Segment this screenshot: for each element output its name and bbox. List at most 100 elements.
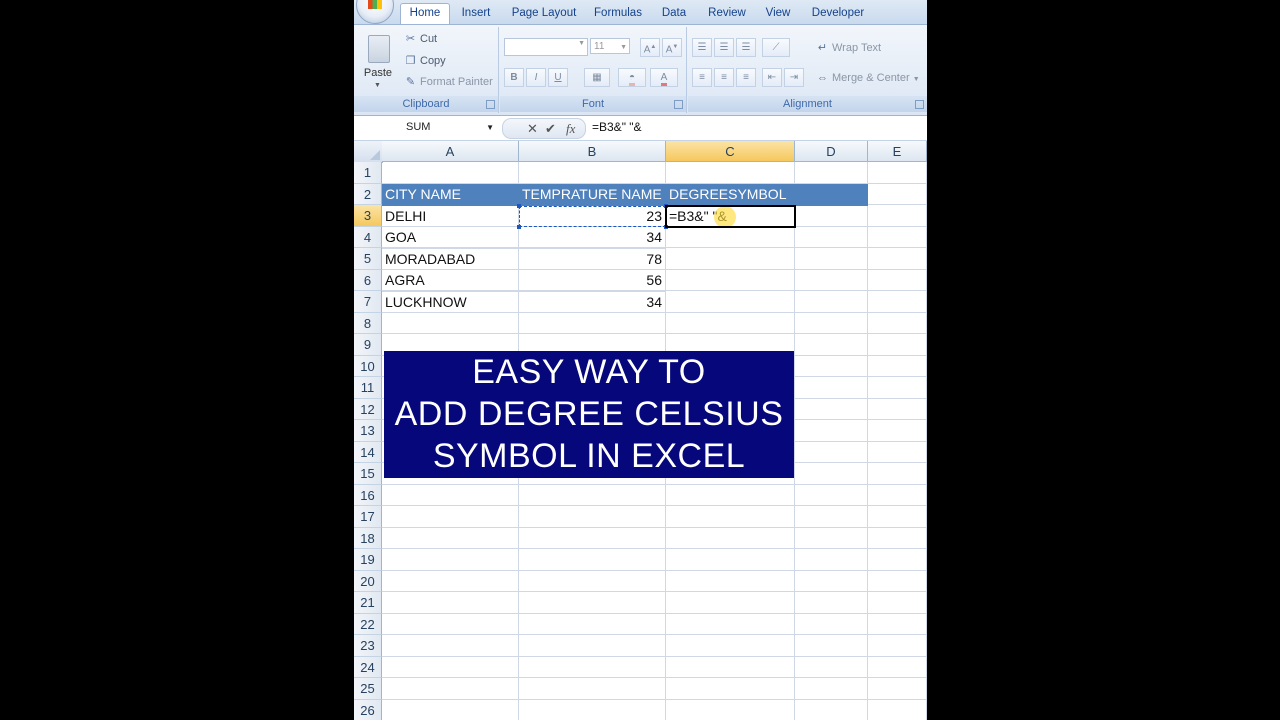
grid-cell[interactable]	[382, 699, 519, 720]
grid-cell[interactable]	[666, 549, 795, 571]
row-header-17[interactable]: 17	[354, 506, 382, 528]
enter-check-icon[interactable]: ✔	[545, 119, 556, 138]
grid-cell[interactable]	[795, 484, 868, 506]
table-cell-city[interactable]: LUCKHNOW	[382, 291, 519, 313]
grid-cell[interactable]	[519, 678, 666, 700]
insert-function-icon[interactable]: fx	[566, 119, 575, 138]
row-header-9[interactable]: 9	[354, 334, 382, 356]
grid-cell[interactable]	[868, 248, 927, 270]
grid-cell[interactable]	[519, 613, 666, 635]
grid-cell[interactable]	[666, 527, 795, 549]
grid-cell[interactable]	[795, 656, 868, 678]
grid-cell[interactable]	[795, 441, 868, 463]
table-cell-temp[interactable]: 34	[519, 227, 666, 249]
row-header-23[interactable]: 23	[354, 635, 382, 657]
column-header-a[interactable]: A	[382, 141, 519, 162]
shrink-font-button[interactable]: A▼	[662, 38, 682, 57]
grid-cell[interactable]	[382, 656, 519, 678]
grid-cell[interactable]	[519, 549, 666, 571]
row-header-19[interactable]: 19	[354, 549, 382, 571]
grid-cell[interactable]	[795, 420, 868, 442]
office-button[interactable]	[356, 0, 394, 24]
tab-data[interactable]: Data	[656, 4, 692, 24]
header-cell-temperature[interactable]: TEMPRATURE NAME	[519, 184, 666, 206]
row-header-5[interactable]: 5	[354, 248, 382, 270]
grid-cell[interactable]	[868, 162, 927, 184]
tab-developer[interactable]: Developer	[806, 4, 870, 24]
grow-font-button[interactable]: A▲	[640, 38, 660, 57]
grid-cell[interactable]	[519, 592, 666, 614]
increase-indent-button[interactable]: ⇥	[784, 68, 804, 87]
grid-cell[interactable]	[868, 420, 927, 442]
tab-page-layout[interactable]: Page Layout	[506, 4, 582, 24]
row-header-20[interactable]: 20	[354, 570, 382, 592]
font-launcher-icon[interactable]	[674, 100, 683, 109]
grid-cell[interactable]	[519, 635, 666, 657]
header-cell-degree-symbol[interactable]: DEGREESYMBOL	[666, 184, 868, 206]
table-cell-city[interactable]: DELHI	[382, 205, 519, 227]
grid-cell[interactable]	[382, 312, 519, 334]
grid-cell[interactable]	[868, 699, 927, 720]
grid-cell[interactable]	[519, 570, 666, 592]
row-header-14[interactable]: 14	[354, 441, 382, 463]
grid-cell[interactable]	[795, 678, 868, 700]
grid-cell[interactable]	[868, 570, 927, 592]
decrease-indent-button[interactable]: ⇤	[762, 68, 782, 87]
cut-button[interactable]: ✂ Cut	[404, 30, 437, 48]
orientation-button[interactable]: ⟋	[762, 38, 790, 57]
grid-cell[interactable]	[868, 183, 927, 205]
grid-cell[interactable]	[666, 592, 795, 614]
grid-cell[interactable]	[795, 527, 868, 549]
grid-cell[interactable]	[795, 635, 868, 657]
align-top-button[interactable]: ☰	[692, 38, 712, 57]
tab-formulas[interactable]: Formulas	[590, 4, 646, 24]
column-header-b[interactable]: B	[519, 141, 666, 162]
grid-cell[interactable]	[666, 291, 795, 313]
grid-cell[interactable]	[795, 312, 868, 334]
row-header-13[interactable]: 13	[354, 420, 382, 442]
row-header-12[interactable]: 12	[354, 398, 382, 420]
grid-cell[interactable]	[382, 549, 519, 571]
row-header-21[interactable]: 21	[354, 592, 382, 614]
grid-cell[interactable]	[382, 162, 519, 184]
grid-cell[interactable]	[382, 506, 519, 528]
alignment-launcher-icon[interactable]	[915, 100, 924, 109]
grid-cell[interactable]	[519, 484, 666, 506]
grid-cell[interactable]	[868, 312, 927, 334]
grid-cell[interactable]	[666, 312, 795, 334]
grid-cell[interactable]	[666, 570, 795, 592]
grid-cell[interactable]	[666, 269, 795, 291]
font-color-button[interactable]: A	[650, 68, 678, 87]
selection-handle[interactable]	[517, 203, 521, 208]
row-header-24[interactable]: 24	[354, 656, 382, 678]
grid-cell[interactable]	[519, 656, 666, 678]
grid-cell[interactable]	[519, 312, 666, 334]
grid-cell[interactable]	[868, 269, 927, 291]
grid-cell[interactable]	[868, 441, 927, 463]
column-header-d[interactable]: D	[795, 141, 868, 162]
format-painter-button[interactable]: ✎ Format Painter	[404, 73, 493, 91]
grid-cell[interactable]	[868, 398, 927, 420]
grid-cell[interactable]	[868, 506, 927, 528]
grid-cell[interactable]	[795, 291, 868, 313]
grid-cell[interactable]	[795, 269, 868, 291]
grid-cell[interactable]	[795, 592, 868, 614]
table-cell-temp[interactable]: 56	[519, 270, 666, 292]
align-middle-button[interactable]: ☰	[714, 38, 734, 57]
tab-insert[interactable]: Insert	[454, 4, 498, 24]
row-header-18[interactable]: 18	[354, 527, 382, 549]
grid-cell[interactable]	[519, 527, 666, 549]
grid-cell[interactable]	[868, 463, 927, 485]
tab-view[interactable]: View	[761, 4, 795, 24]
row-header-6[interactable]: 6	[354, 269, 382, 291]
table-cell-city[interactable]: GOA	[382, 227, 519, 249]
grid-cell[interactable]	[666, 613, 795, 635]
grid-cell[interactable]	[795, 377, 868, 399]
grid-cell[interactable]	[868, 484, 927, 506]
row-header-7[interactable]: 7	[354, 291, 382, 313]
header-cell-city[interactable]: CITY NAME	[382, 184, 519, 206]
row-header-22[interactable]: 22	[354, 613, 382, 635]
table-cell-city[interactable]: AGRA	[382, 270, 519, 292]
grid-cell[interactable]	[795, 205, 868, 227]
grid-cell[interactable]	[666, 678, 795, 700]
